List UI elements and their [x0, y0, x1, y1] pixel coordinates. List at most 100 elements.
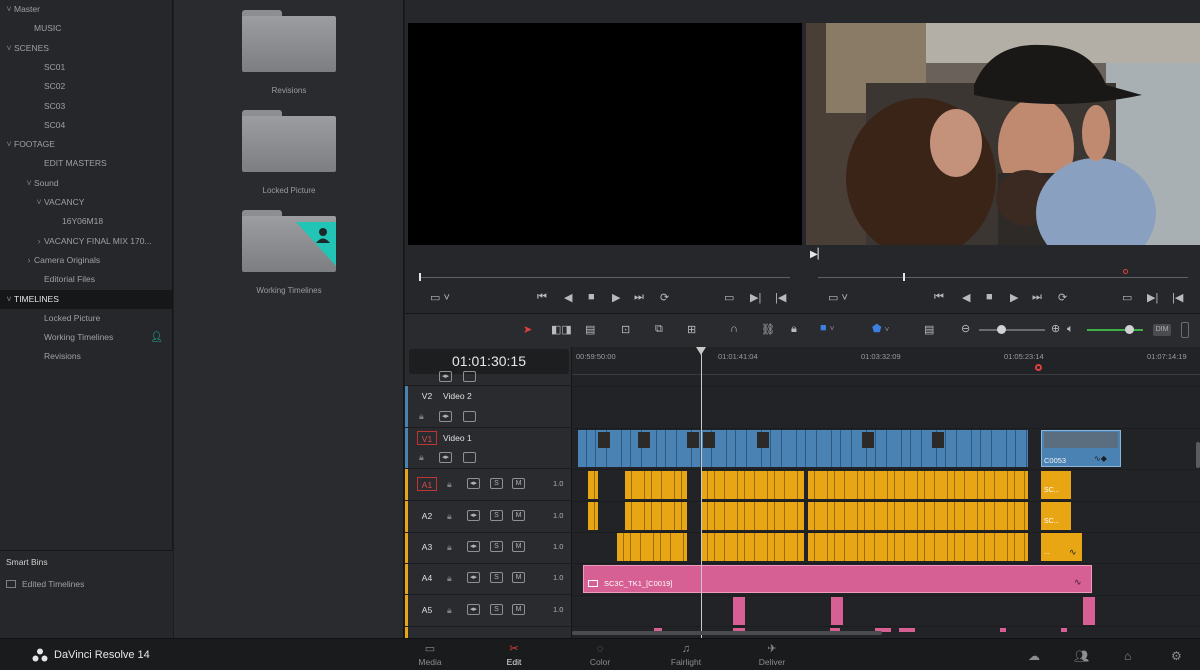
bin-item[interactable]: EDIT MASTERS	[0, 154, 173, 173]
auto-select-icon[interactable]: ◂▸	[467, 604, 480, 615]
clip-edit-point[interactable]	[1024, 533, 1025, 561]
clip-edit-point[interactable]	[887, 502, 888, 530]
chevron-right-icon[interactable]: ›	[24, 251, 34, 270]
clip-edit-point[interactable]	[947, 471, 948, 499]
timeline-view-icon[interactable]: ▤	[924, 323, 934, 336]
clip-edit-point[interactable]	[1014, 471, 1015, 499]
clip-edit-point[interactable]	[831, 430, 832, 467]
clip-edit-point[interactable]	[1007, 471, 1008, 499]
track-label-a3[interactable]: A3	[417, 540, 437, 554]
bin-item[interactable]: › Camera Originals	[0, 251, 173, 270]
clip-edit-point[interactable]	[934, 533, 935, 561]
clip-edit-point[interactable]	[894, 502, 895, 530]
trim-tool-icon[interactable]: ◧◨	[551, 323, 572, 336]
clip-edit-point[interactable]	[644, 502, 645, 530]
clip-edit-point[interactable]	[947, 533, 948, 561]
clip-edit-point[interactable]	[670, 533, 671, 561]
clip-edit-point[interactable]	[917, 533, 918, 561]
clip-edit-point[interactable]	[724, 533, 725, 561]
bin-item[interactable]: SC01	[0, 58, 173, 77]
clip-edit-point[interactable]	[934, 471, 935, 499]
clip-edit-point[interactable]	[945, 430, 946, 467]
timeline-scrubber[interactable]	[818, 277, 1188, 278]
audio-clip[interactable]: SC...	[1041, 502, 1071, 530]
clip-edit-point[interactable]	[630, 533, 631, 561]
clip-edit-point[interactable]	[857, 502, 858, 530]
clip-edit-point[interactable]	[994, 502, 995, 530]
clip-edit-point[interactable]	[994, 471, 995, 499]
folder-locked-picture[interactable]	[242, 110, 336, 172]
zoom-in-icon[interactable]: ⊕	[1051, 322, 1060, 335]
clip-edit-point[interactable]	[964, 502, 965, 530]
chevron-down-icon[interactable]: ˅	[4, 39, 14, 58]
clip-edit-point[interactable]	[1014, 502, 1015, 530]
clip-edit-point[interactable]	[586, 430, 587, 467]
audio-clip[interactable]	[831, 597, 843, 625]
source-loop-icon[interactable]: ⟳	[660, 291, 669, 304]
clip-edit-point[interactable]	[594, 471, 595, 499]
clip-edit-point[interactable]	[1007, 502, 1008, 530]
lock-icon[interactable]: 🔒︎	[447, 605, 455, 615]
clip-edit-point[interactable]	[1007, 533, 1008, 561]
source-mark-in-icon[interactable]: ▶|	[750, 291, 761, 304]
clip-edit-point[interactable]	[886, 430, 887, 467]
clip-edit-point[interactable]	[665, 430, 666, 467]
clip-edit-point[interactable]	[724, 471, 725, 499]
timeline-playhead[interactable]	[701, 347, 702, 638]
auto-select-icon[interactable]: ◂▸	[439, 371, 452, 382]
volume-slider-handle[interactable]	[1125, 325, 1134, 334]
clip-edit-point[interactable]	[954, 502, 955, 530]
source-viewer[interactable]	[408, 23, 802, 245]
audio-clip[interactable]	[808, 533, 1028, 561]
clip-edit-point[interactable]	[797, 533, 798, 561]
clip-edit-point[interactable]	[857, 471, 858, 499]
clip-edit-point[interactable]	[984, 471, 985, 499]
timeline-reverse-icon[interactable]: ◀	[962, 291, 970, 304]
clip-edit-point[interactable]	[917, 471, 918, 499]
clip-edit-point[interactable]	[874, 502, 875, 530]
clip-edit-point[interactable]	[676, 430, 677, 467]
bin-item[interactable]: ˅ VACANCY	[0, 193, 173, 212]
audio-clip[interactable]	[899, 628, 915, 632]
clip-edit-point[interactable]	[954, 533, 955, 561]
clip-edit-point[interactable]	[984, 533, 985, 561]
clip-edit-point[interactable]	[754, 533, 755, 561]
clip-edit-point[interactable]	[797, 471, 798, 499]
clip-edit-point[interactable]	[653, 533, 654, 561]
clip-edit-point[interactable]	[797, 502, 798, 530]
audio-clip[interactable]	[1083, 597, 1095, 625]
clip-edit-point[interactable]	[994, 533, 995, 561]
zoom-slider[interactable]	[979, 329, 1045, 331]
clip-edit-point[interactable]	[924, 502, 925, 530]
track-label-a5[interactable]: A5	[417, 603, 437, 617]
audio-clip[interactable]	[701, 502, 804, 530]
clip-edit-point[interactable]	[746, 430, 747, 467]
marker-icon[interactable]: ⬟ ˅	[872, 322, 889, 335]
audio-clip[interactable]	[1061, 628, 1067, 632]
video-clip-c0053[interactable]: C0053 ∿◆	[1041, 430, 1121, 467]
clip-edit-point[interactable]	[661, 471, 662, 499]
source-reverse-icon[interactable]: ◀	[564, 291, 572, 304]
timeline-view-options-icon[interactable]: ▭ ˅	[828, 291, 848, 304]
clip-edit-point[interactable]	[674, 502, 675, 530]
chevron-right-icon[interactable]: ›	[34, 232, 44, 251]
clip-edit-point[interactable]	[964, 471, 965, 499]
overwrite-clip-icon[interactable]: ⧉	[655, 323, 663, 336]
timeline-viewer[interactable]	[806, 23, 1200, 245]
bin-item[interactable]: SC04	[0, 116, 173, 135]
audio-clip[interactable]	[588, 471, 598, 499]
clip-edit-point[interactable]	[1015, 430, 1016, 467]
track-label-a2[interactable]: A2	[417, 509, 437, 523]
auto-select-icon[interactable]: ◂▸	[439, 452, 452, 463]
clip-edit-point[interactable]	[744, 471, 745, 499]
source-stop-icon[interactable]: ■	[588, 291, 595, 303]
clip-edit-point[interactable]	[781, 430, 782, 467]
replace-clip-icon[interactable]: ⊞	[687, 323, 696, 336]
mixer-toggle-icon[interactable]	[1181, 322, 1189, 338]
track-label-v2[interactable]: V2	[417, 389, 437, 403]
lock-icon[interactable]: 🔒︎	[419, 411, 427, 421]
clip-edit-point[interactable]	[874, 471, 875, 499]
bin-item[interactable]: ˅ Master	[0, 0, 173, 19]
clip-edit-point[interactable]	[851, 430, 852, 467]
vertical-scrollbar[interactable]	[1196, 442, 1200, 468]
